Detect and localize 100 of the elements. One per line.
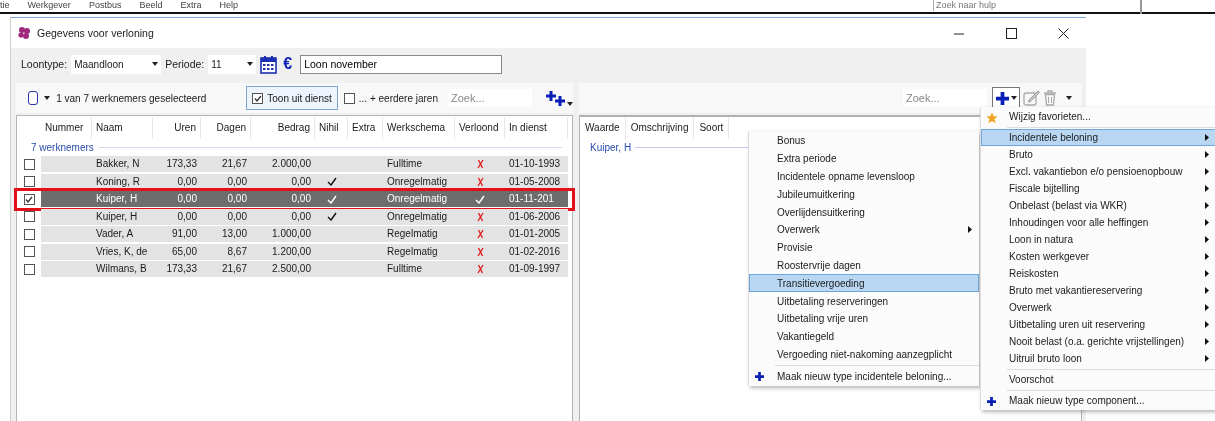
- table-cell: Vader, A: [92, 226, 153, 243]
- menu-item[interactable]: Uitbetaling reserveringen: [749, 292, 979, 310]
- checkbox[interactable]: [23, 246, 35, 258]
- checkbox[interactable]: [252, 92, 264, 104]
- menu-item[interactable]: Extra periode: [749, 149, 979, 168]
- table-row[interactable]: Wilmans, B 173,33 21,67 2.500,00 Fulltime 01-09-1997: [17, 261, 572, 278]
- table-cell: 0,00: [251, 173, 315, 190]
- menu-item[interactable]: Uitruil bruto loon: [981, 350, 1215, 367]
- edit-icon[interactable]: [1023, 90, 1040, 106]
- menu-item[interactable]: Uitbetaling uren uit reservering: [981, 316, 1215, 333]
- menu-item[interactable]: Voorschot: [981, 371, 1215, 388]
- window-title: Gegevens voor verloning: [37, 27, 155, 39]
- menu-item[interactable]: Werkgever: [27, 0, 71, 12]
- star-icon: [986, 112, 998, 124]
- loontype-dropdown[interactable]: Maandloon: [71, 54, 162, 74]
- menu-item[interactable]: Provisie: [749, 238, 979, 257]
- column-header[interactable]: Bedrag: [251, 117, 315, 139]
- search-field[interactable]: Zoek...: [448, 89, 532, 107]
- column-header[interactable]: Uren: [153, 117, 201, 139]
- menu-item[interactable]: Loon in natura: [981, 231, 1215, 248]
- checkbox[interactable]: [23, 158, 35, 170]
- menu-item[interactable]: tie: [0, 0, 10, 12]
- menu-item[interactable]: Kosten werkgever: [981, 248, 1215, 265]
- add-button[interactable]: [546, 90, 573, 106]
- checkbox[interactable]: [23, 193, 35, 205]
- column-header[interactable]: Verloond: [455, 117, 505, 139]
- menu-item[interactable]: Beeld: [139, 0, 163, 12]
- menu-item[interactable]: Roostervrije dagen: [749, 256, 979, 275]
- checkbox[interactable]: [23, 263, 35, 275]
- submenu-arrow-icon: [1205, 134, 1209, 141]
- caret-icon[interactable]: [152, 62, 159, 66]
- column-header[interactable]: Nummer: [41, 117, 92, 139]
- caret-icon[interactable]: [567, 102, 573, 106]
- menu-item[interactable]: Help: [219, 0, 238, 12]
- table-cell: 01-01-2005: [505, 226, 568, 243]
- menu-item[interactable]: Incidentele opname levensloop: [749, 167, 979, 186]
- menu-item[interactable]: Bonus: [749, 132, 979, 150]
- menu-item[interactable]: Jubileumuitkering: [749, 185, 979, 204]
- caret-icon[interactable]: [1011, 96, 1017, 100]
- menu-item[interactable]: Extra: [180, 0, 202, 12]
- menu-item[interactable]: Bruto: [981, 146, 1215, 163]
- menu-item[interactable]: Wijzig favorieten...: [981, 108, 1215, 125]
- menu-item[interactable]: Vakantiegeld: [749, 327, 979, 346]
- menu-item[interactable]: Postbus: [88, 0, 122, 12]
- caret-icon[interactable]: [1066, 96, 1072, 100]
- table-row[interactable]: Vader, A 91,00 13,00 1.000,00 Regelmatig 01-01-2005: [17, 226, 572, 243]
- group-label: 7 werknemers: [31, 141, 94, 153]
- menu-item[interactable]: Onbelast (belast via WKR): [981, 197, 1215, 214]
- add-button[interactable]: [992, 87, 1020, 109]
- column-header[interactable]: Naam: [92, 117, 153, 139]
- menu-item[interactable]: Bruto met vakantiereservering: [981, 282, 1215, 299]
- column-header[interactable]: Dagen: [201, 117, 251, 139]
- table-cell: 173,33: [153, 261, 201, 278]
- menu-item[interactable]: Vergoeding niet-nakoming aanzegplicht: [749, 345, 979, 364]
- menu-item[interactable]: Overwerk: [981, 299, 1215, 316]
- caret-icon[interactable]: [247, 62, 254, 66]
- table-row[interactable]: Koning, R 0,00 0,00 0,00 Onregelmatig 01-05-2008: [17, 173, 572, 190]
- table-cell: 1.000,00: [251, 226, 315, 243]
- menu-item[interactable]: Overlijdensuitkering: [749, 203, 979, 221]
- periode-dropdown[interactable]: 11: [208, 54, 257, 74]
- select-all-checkbox[interactable]: [28, 91, 39, 105]
- table-row[interactable]: Kuiper, H 0,00 0,00 0,00 Onregelmatig 01-11-201: [17, 191, 572, 208]
- menu-item[interactable]: Uitbetaling vrije uren: [749, 309, 979, 328]
- currency-label: €: [283, 55, 293, 73]
- table-row[interactable]: Bakker, N 173,33 21,67 2.000,00 Fulltime 01-10-1993: [17, 156, 572, 173]
- checkbox[interactable]: [23, 211, 35, 223]
- caret-icon[interactable]: [44, 96, 51, 100]
- menu-item[interactable]: Fiscale bijtelling: [981, 180, 1215, 197]
- menu-item[interactable]: Transitievergoeding: [749, 274, 979, 293]
- column-header[interactable]: In dienst: [505, 117, 568, 139]
- menu-item[interactable]: Excl. vakantiebon e/o pensioenopbouw: [981, 163, 1215, 180]
- checkbox[interactable]: [343, 92, 355, 104]
- flower-logo-icon: [17, 26, 31, 40]
- table-row[interactable]: Vries, K, de 65,00 8,67 1.200,00 Regelmatig 01-02-2016: [17, 243, 572, 260]
- menu-item[interactable]: Inhoudingen voor alle heffingen: [981, 214, 1215, 231]
- table-row[interactable]: Kuiper, H 0,00 0,00 0,00 Onregelmatig 01-06-2006: [17, 208, 572, 225]
- menu-item[interactable]: Reiskosten: [981, 265, 1215, 282]
- menu-item[interactable]: Maak nieuw type component...: [981, 392, 1215, 409]
- table-cell: 65,00: [153, 243, 201, 260]
- column-header[interactable]: Soort: [694, 117, 730, 139]
- check-icon: [326, 212, 337, 222]
- submenu-arrow-icon: [1205, 185, 1209, 192]
- column-header[interactable]: Extra: [348, 117, 383, 139]
- checkbox[interactable]: [23, 228, 35, 240]
- description-field[interactable]: Loon november: [300, 54, 503, 74]
- calendar-icon[interactable]: [260, 54, 278, 74]
- checkbox[interactable]: [23, 176, 35, 188]
- menu-item[interactable]: Nooit belast (o.a. gerichte vrijstellingen): [981, 333, 1215, 350]
- column-header[interactable]: Waarde: [580, 117, 626, 139]
- column-header[interactable]: Werkschema: [383, 117, 455, 139]
- menu-item[interactable]: Incidentele beloning: [981, 129, 1215, 146]
- menu-item[interactable]: Maak nieuw type incidentele beloning...: [749, 367, 979, 386]
- column-header[interactable]: Nihil: [315, 117, 348, 139]
- table-cell: 91,00: [153, 226, 201, 243]
- group-label: Kuiper, H: [590, 141, 632, 153]
- column-header[interactable]: Omschrijving: [625, 117, 695, 139]
- table-cell: 2.000,00: [251, 156, 315, 173]
- search-field[interactable]: Zoek...: [903, 89, 987, 107]
- menu-item[interactable]: Overwerk: [749, 221, 979, 239]
- table-cell: 01-09-1997: [505, 261, 568, 278]
